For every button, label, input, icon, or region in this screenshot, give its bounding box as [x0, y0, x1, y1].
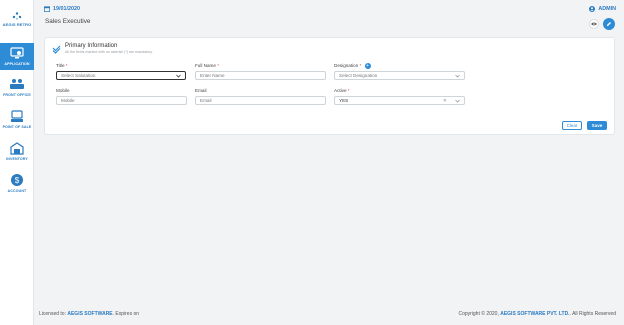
email-input[interactable]	[195, 96, 326, 105]
license-expiry: . Expires on	[112, 311, 140, 317]
user-icon	[589, 6, 596, 12]
title-label: Title *	[56, 63, 68, 68]
primary-info-card: Primary Information All the fields marke…	[44, 37, 615, 135]
svg-text:$: $	[15, 176, 20, 185]
pos-terminal-icon	[11, 110, 23, 122]
active-label-text: Active	[334, 88, 347, 93]
date-text: 19/01/2020	[53, 6, 80, 12]
sidebar-item-label: APPLICATION	[4, 62, 30, 66]
title-select-value: Select Salutation	[61, 73, 96, 78]
current-date: 19/01/2020	[44, 6, 80, 12]
logo-icon	[12, 12, 22, 20]
licensee-name: AEGIS SOFTWARE	[67, 311, 113, 317]
full-name-label: Full Name *	[195, 63, 219, 68]
designation-select[interactable]: Select Designation	[334, 71, 465, 80]
full-name-input[interactable]	[195, 71, 326, 80]
sidebar-item-label: INVENTORY	[6, 157, 28, 161]
page-title: Sales Executive	[45, 18, 91, 25]
license-prefix: Licensed to:	[39, 311, 66, 317]
user-menu[interactable]: ADMIN	[589, 6, 616, 12]
pencil-icon	[607, 22, 611, 26]
sidebar-item-label: FRONT OFFICE	[3, 93, 31, 97]
active-label: Active *	[334, 88, 350, 93]
sidebar: AEGIS RETRO APPLICATION FRONT OFFICE POI…	[0, 0, 34, 325]
email-label: Email	[195, 88, 207, 93]
sidebar-item-inventory[interactable]: INVENTORY	[0, 142, 34, 161]
people-desk-icon	[10, 79, 24, 89]
calendar-icon	[44, 6, 50, 12]
eye-icon	[591, 22, 597, 26]
designation-label-text: Designation	[334, 63, 359, 69]
rights-text: . All Rights Reserved	[569, 311, 616, 317]
card-title: Primary Information	[65, 43, 118, 49]
save-button[interactable]: Save	[587, 121, 607, 130]
mobile-input[interactable]	[56, 96, 187, 105]
chevron-down-icon	[455, 74, 460, 78]
view-button[interactable]	[589, 19, 599, 29]
license-info: Licensed to: AEGIS SOFTWARE. Expires on	[39, 311, 139, 317]
brand-logo[interactable]: AEGIS RETRO	[0, 12, 34, 27]
chevron-down-icon	[455, 99, 460, 103]
monitor-gear-icon	[10, 47, 24, 59]
warehouse-icon	[10, 142, 24, 155]
sidebar-item-front-office[interactable]: FRONT OFFICE	[0, 78, 34, 97]
active-select-value: YES	[339, 98, 349, 103]
card-subtitle: All the fields marked with an asterisk (…	[65, 50, 153, 54]
full-name-label-text: Full Name	[195, 63, 216, 68]
sidebar-item-point-of-sale[interactable]: POINT OF SALE	[0, 110, 34, 129]
active-select[interactable]: YES ✕	[334, 96, 465, 105]
designation-label: Designation * +	[334, 63, 371, 69]
sidebar-item-account[interactable]: $ ACCOUNT	[0, 173, 34, 193]
edit-button[interactable]	[603, 18, 615, 30]
money-bag-icon: $	[11, 174, 23, 186]
top-bar: 19/01/2020 ADMIN	[44, 6, 616, 16]
required-marker: *	[347, 88, 350, 93]
user-name: ADMIN	[598, 6, 616, 12]
title-label-text: Title	[56, 63, 65, 68]
clear-selection-icon[interactable]: ✕	[443, 97, 447, 105]
brand-name: AEGIS RETRO	[2, 22, 32, 27]
required-marker: *	[217, 63, 220, 68]
copyright: Copyright © 2020, AEGIS SOFTWARE PVT. LT…	[458, 311, 616, 317]
clear-button[interactable]: Clear	[562, 121, 582, 130]
required-marker: *	[65, 63, 68, 68]
mobile-label-text: Mobile	[56, 88, 70, 93]
email-label-text: Email	[195, 88, 207, 93]
check-badge-icon	[52, 45, 61, 54]
mobile-label: Mobile	[56, 88, 70, 93]
designation-select-value: Select Designation	[339, 73, 378, 78]
add-designation-icon[interactable]: +	[364, 63, 371, 69]
required-marker: *	[359, 63, 362, 69]
sidebar-item-label: ACCOUNT	[7, 189, 27, 193]
sidebar-item-label: POINT OF SALE	[2, 125, 32, 129]
chevron-down-icon	[176, 74, 181, 78]
sidebar-item-application[interactable]: APPLICATION	[0, 43, 34, 70]
title-select[interactable]: Select Salutation	[56, 71, 186, 80]
company-name: AEGIS SOFTWARE PVT. LTD.	[500, 311, 570, 317]
copyright-prefix: Copyright © 2020,	[458, 311, 499, 317]
